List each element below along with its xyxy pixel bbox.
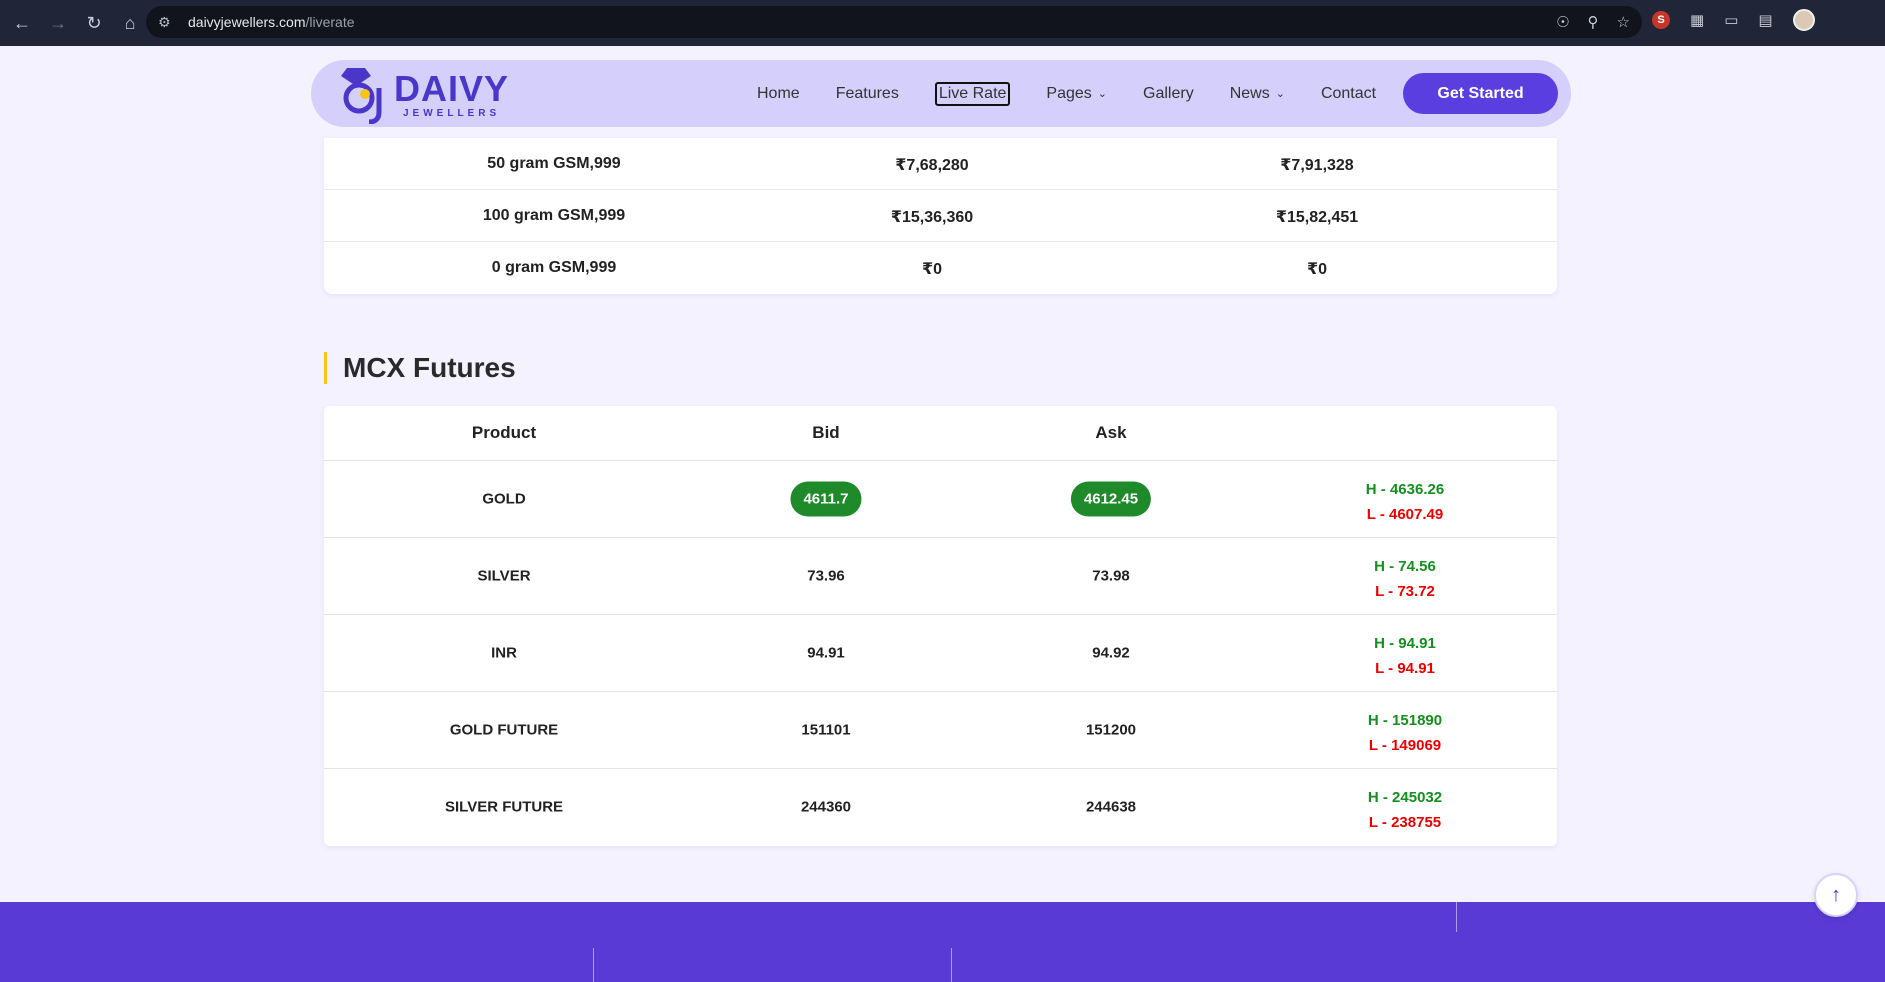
url-text[interactable]: daivyjewellers.com/liverate — [188, 14, 355, 30]
high-value: H - 94.91 — [1374, 635, 1436, 652]
reload-icon[interactable]: ↻ — [80, 9, 108, 37]
menu-pages-label: Pages — [1046, 84, 1092, 102]
ask-cell: 4612.45 — [1070, 481, 1152, 517]
back-icon[interactable]: ← — [8, 9, 36, 37]
menu-pages[interactable]: Pages ⌄ — [1046, 85, 1107, 103]
header-product: Product — [471, 423, 537, 442]
url-domain: daivyjewellers.com — [188, 14, 306, 30]
high-value: H - 74.56 — [1374, 558, 1436, 575]
low-value: L - 149069 — [1368, 737, 1442, 754]
table-row: INR 94.91 94.92 H - 94.91 L - 94.91 — [324, 615, 1557, 692]
rate-cell: ₹0 — [1306, 261, 1328, 278]
low-value: L - 94.91 — [1375, 660, 1435, 677]
ask-cell: 94.92 — [1092, 644, 1130, 662]
ask-cell: 73.98 — [1092, 567, 1130, 585]
browser-toolbar: ← → ↻ ⌂ ⚙ daivyjewellers.com/liverate ☉ … — [0, 0, 1885, 46]
rate-cell: ₹15,36,360 — [890, 209, 974, 226]
high-value: H - 245032 — [1367, 789, 1443, 806]
brand-subtitle: JEWELLERS — [403, 108, 501, 119]
product-cell: SILVER FUTURE — [444, 798, 564, 816]
home-icon[interactable]: ⌂ — [116, 9, 144, 37]
bid-cell: 4611.7 — [790, 481, 862, 517]
low-value: L - 73.72 — [1375, 583, 1435, 600]
high-low-cell: H - 74.56 L - 73.72 — [1374, 554, 1436, 604]
logo[interactable]: DAIVY JEWELLERS — [339, 64, 509, 124]
site-info-icon[interactable]: ⚙ — [158, 14, 178, 31]
site-footer — [0, 902, 1885, 982]
high-value: H - 4636.26 — [1365, 481, 1445, 498]
low-value: L - 238755 — [1368, 814, 1442, 831]
rate-cell: ₹0 — [921, 261, 943, 278]
footer-divider — [593, 948, 594, 982]
gsm-rate-table: 50 gram GSM,999 ₹7,68,280 ₹7,91,328 100 … — [324, 138, 1557, 294]
bid-cell: 244360 — [800, 798, 852, 816]
site-header: DAIVY JEWELLERS Home Features Live Rate … — [311, 60, 1571, 127]
profile-avatar[interactable] — [1792, 9, 1815, 31]
product-cell: SILVER — [477, 567, 531, 585]
mcx-futures-table: Product Bid Ask GOLD 4611.7 4612.45 H - … — [324, 406, 1557, 846]
arrow-up-icon: ↑ — [1831, 883, 1841, 906]
high-low-cell: H - 4636.26 L - 4607.49 — [1366, 477, 1444, 527]
product-cell: INR — [491, 644, 517, 662]
ask-cell: 244638 — [1085, 798, 1137, 816]
product-cell: 50 gram GSM,999 — [487, 155, 621, 172]
ring-logo-icon — [341, 68, 382, 124]
high-value: H - 151890 — [1367, 712, 1443, 729]
puzzle-icon[interactable]: ▦ — [1690, 11, 1704, 29]
table-row: 50 gram GSM,999 ₹7,68,280 ₹7,91,328 — [324, 138, 1557, 190]
rate-cell: ₹7,91,328 — [1280, 157, 1354, 174]
chevron-down-icon: ⌄ — [1275, 88, 1285, 100]
product-cell: GOLD FUTURE — [449, 721, 559, 739]
url-path: /liverate — [305, 14, 355, 30]
bid-cell: 94.91 — [807, 644, 845, 662]
menu-news-label: News — [1229, 84, 1270, 102]
table-row: 100 gram GSM,999 ₹15,36,360 ₹15,82,451 — [324, 190, 1557, 242]
menu-contact[interactable]: Contact — [1321, 85, 1376, 103]
high-low-cell: H - 151890 L - 149069 — [1368, 708, 1442, 758]
menu-live-rate[interactable]: Live Rate — [934, 81, 1011, 106]
translate-icon[interactable]: ☉ — [1556, 13, 1569, 31]
bookmark-star-icon[interactable]: ☆ — [1617, 13, 1630, 31]
table-row: SILVER FUTURE 244360 244638 H - 245032 L… — [324, 769, 1557, 846]
bid-cell: 151101 — [801, 721, 851, 739]
table-row: SILVER 73.96 73.98 H - 74.56 L - 73.72 — [324, 538, 1557, 615]
main-menu: Home Features Live Rate Pages ⌄ Gallery N… — [757, 60, 1412, 127]
rate-cell: ₹7,68,280 — [895, 157, 969, 174]
zoom-icon[interactable]: ⚲ — [1588, 13, 1599, 31]
high-low-cell: H - 94.91 L - 94.91 — [1374, 631, 1436, 681]
menu-gallery[interactable]: Gallery — [1143, 85, 1194, 103]
product-cell: GOLD — [482, 490, 526, 508]
chevron-down-icon: ⌄ — [1097, 88, 1108, 100]
table-header: Product Bid Ask — [324, 406, 1557, 461]
section-title: MCX Futures — [324, 352, 516, 384]
header-bid: Bid — [812, 423, 840, 442]
table-row: 0 gram GSM,999 ₹0 ₹0 — [324, 242, 1557, 294]
address-bar[interactable]: ⚙ daivyjewellers.com/liverate ☉ ⚲ ☆ — [146, 6, 1642, 38]
extension-icon[interactable]: S — [1652, 11, 1670, 29]
header-ask: Ask — [1095, 423, 1127, 442]
high-low-cell: H - 245032 L - 238755 — [1368, 785, 1442, 835]
scroll-to-top-button[interactable]: ↑ — [1814, 873, 1858, 917]
ask-cell: 151200 — [1085, 721, 1137, 739]
rate-cell: ₹15,82,451 — [1275, 209, 1359, 226]
get-started-button[interactable]: Get Started — [1403, 73, 1558, 114]
menu-features[interactable]: Features — [836, 85, 899, 103]
brand-name: DAIVY — [394, 68, 510, 109]
menu-home[interactable]: Home — [757, 85, 800, 103]
product-cell: 100 gram GSM,999 — [482, 207, 626, 224]
product-cell: 0 gram GSM,999 — [491, 259, 617, 276]
table-row: GOLD FUTURE 151101 151200 H - 151890 L -… — [324, 692, 1557, 769]
forward-icon[interactable]: → — [44, 9, 72, 37]
menu-news[interactable]: News ⌄ — [1230, 85, 1285, 103]
table-row: GOLD 4611.7 4612.45 H - 4636.26 L - 4607… — [324, 461, 1557, 538]
low-value: L - 4607.49 — [1366, 506, 1444, 523]
cast-icon[interactable]: ▭ — [1724, 11, 1738, 29]
bid-cell: 73.96 — [807, 567, 845, 585]
screenshot-icon[interactable]: ▤ — [1758, 11, 1772, 29]
footer-divider — [951, 948, 952, 982]
footer-divider — [1456, 902, 1457, 932]
